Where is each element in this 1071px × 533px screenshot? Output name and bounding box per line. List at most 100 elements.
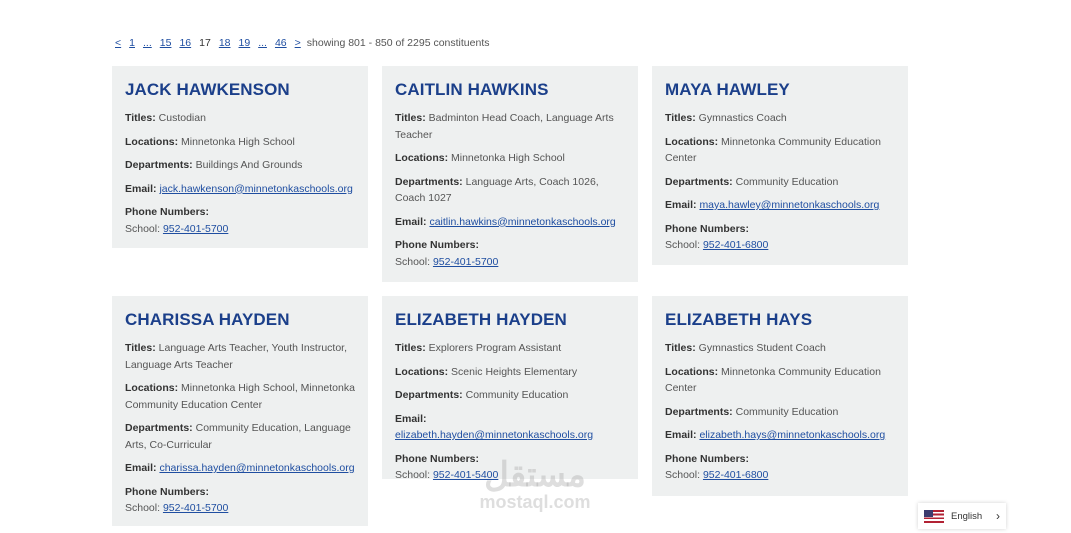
departments-row: Departments: Community Education [665, 174, 895, 191]
page-link-15[interactable]: 15 [160, 37, 172, 49]
locations-row: Locations: Minnetonka High School, Minne… [125, 380, 355, 413]
titles-row: Titles: Badminton Head Coach, Language A… [395, 110, 625, 143]
titles-label: Titles: [125, 112, 156, 124]
staff-name: CAITLIN HAWKINS [395, 80, 549, 99]
page-link-18[interactable]: 18 [219, 37, 231, 49]
titles-row: Titles: Explorers Program Assistant [395, 340, 625, 357]
email-label: Email: [395, 215, 427, 228]
phone-row: Phone Numbers: School: 952-401-6800 [665, 451, 895, 484]
phone-label: Phone Numbers: [665, 222, 750, 235]
phone-row: Phone Numbers: School: 952-401-5400 [395, 451, 625, 484]
locations-label: Locations: [665, 365, 719, 378]
us-flag-icon [924, 509, 944, 523]
locations-row: Locations: Minnetonka Community Educatio… [665, 134, 895, 167]
email-label: Email: [125, 182, 157, 195]
email-row: Email: jack.hawkenson@minnetonkaschools.… [125, 181, 355, 198]
staff-name: JACK HAWKENSON [125, 80, 290, 99]
locations-label: Locations: [395, 152, 449, 164]
departments-label: Departments: [125, 159, 193, 171]
phone-link[interactable]: 952-401-5700 [163, 502, 228, 514]
language-label: English [951, 510, 983, 522]
school-label: School: [125, 502, 161, 514]
phone-label: Phone Numbers: [395, 452, 480, 465]
titles-value: Language Arts Teacher, Youth Instructor,… [125, 342, 348, 371]
locations-label: Locations: [395, 365, 449, 378]
locations-label: Locations: [665, 135, 719, 148]
phone-row: Phone Numbers: School: 952-401-5700 [125, 204, 355, 237]
locations-row: Locations: Minnetonka High School [395, 150, 625, 167]
language-selector[interactable]: English › [918, 503, 1006, 529]
phone-label: Phone Numbers: [665, 452, 750, 465]
school-label: School: [125, 222, 161, 235]
school-label: School: [665, 239, 701, 251]
phone-link[interactable]: 952-401-5400 [433, 469, 498, 481]
titles-label: Titles: [395, 342, 426, 354]
titles-value: Gymnastics Student Coach [698, 342, 826, 354]
titles-value: Gymnastics Coach [698, 112, 787, 124]
page-link-16[interactable]: 16 [179, 37, 191, 49]
phone-row: Phone Numbers: School: 952-401-5700 [395, 237, 625, 270]
phone-link[interactable]: 952-401-5700 [163, 223, 228, 235]
phone-label: Phone Numbers: [125, 206, 210, 218]
locations-value: Minnetonka High School [181, 135, 295, 148]
page-link-46[interactable]: 46 [275, 37, 287, 49]
email-row: Email: elizabeth.hays@minnetonkaschools.… [665, 427, 895, 444]
page-link-1[interactable]: 1 [129, 37, 135, 49]
locations-label: Locations: [125, 135, 179, 148]
email-link[interactable]: caitlin.hawkins@minnetonkaschools.org [429, 216, 615, 228]
titles-value: Explorers Program Assistant [428, 342, 562, 354]
phone-link[interactable]: 952-401-6800 [703, 469, 768, 481]
departments-value: Community Education [465, 389, 569, 401]
departments-label: Departments: [125, 422, 193, 434]
ellipsis-link-right[interactable]: ... [258, 37, 267, 49]
titles-label: Titles: [125, 342, 156, 354]
email-link[interactable]: jack.hawkenson@minnetonkaschools.org [159, 183, 352, 195]
departments-label: Departments: [395, 175, 463, 188]
email-link[interactable]: elizabeth.hayden@minnetonkaschools.org [395, 429, 593, 441]
school-label: School: [395, 469, 431, 481]
staff-card: MAYA HAWLEY Titles: Gymnastics Coach Loc… [652, 66, 908, 265]
titles-row: Titles: Gymnastics Coach [665, 110, 895, 127]
staff-name: ELIZABETH HAYDEN [395, 310, 567, 329]
staff-name: CHARISSA HAYDEN [125, 310, 290, 329]
chevron-right-icon: › [996, 509, 1000, 523]
email-row: Email: caitlin.hawkins@minnetonkaschools… [395, 214, 625, 231]
email-row: Email: charissa.hayden@minnetonkaschools… [125, 460, 355, 477]
phone-link[interactable]: 952-401-5700 [433, 256, 498, 268]
locations-value: Scenic Heights Elementary [451, 365, 578, 378]
phone-link[interactable]: 952-401-6800 [703, 239, 768, 251]
departments-row: Departments: Buildings And Grounds [125, 157, 355, 174]
titles-row: Titles: Custodian [125, 110, 355, 127]
titles-value: Badminton Head Coach, Language Arts Teac… [395, 112, 614, 141]
staff-card: JACK HAWKENSON Titles: Custodian Locatio… [112, 66, 368, 248]
staff-card: CAITLIN HAWKINS Titles: Badminton Head C… [382, 66, 638, 282]
email-link[interactable]: maya.hawley@minnetonkaschools.org [699, 199, 879, 211]
prev-page-link[interactable]: < [115, 37, 121, 49]
email-link[interactable]: charissa.hayden@minnetonkaschools.org [159, 462, 354, 474]
titles-row: Titles: Language Arts Teacher, Youth Ins… [125, 340, 355, 373]
email-link[interactable]: elizabeth.hays@minnetonkaschools.org [699, 429, 885, 441]
ellipsis-link-left[interactable]: ... [143, 37, 152, 49]
email-label: Email: [665, 199, 697, 211]
departments-value: Community Education [735, 175, 839, 188]
departments-label: Departments: [395, 389, 463, 401]
watermark-latin: mostaql.com [479, 492, 591, 512]
page-link-19[interactable]: 19 [239, 37, 251, 49]
email-row: Email: maya.hawley@minnetonkaschools.org [665, 197, 895, 214]
staff-card: ELIZABETH HAYDEN Titles: Explorers Progr… [382, 296, 638, 481]
phone-label: Phone Numbers: [395, 239, 480, 251]
phone-row: Phone Numbers: School: 952-401-6800 [665, 221, 895, 254]
current-page: 17 [199, 37, 211, 49]
staff-name: ELIZABETH HAYS [665, 310, 813, 329]
titles-value: Custodian [158, 112, 206, 124]
departments-label: Departments: [665, 405, 733, 418]
departments-label: Departments: [665, 175, 733, 188]
departments-row: Departments: Community Education [665, 404, 895, 421]
titles-row: Titles: Gymnastics Student Coach [665, 340, 895, 357]
email-label: Email: [665, 429, 697, 441]
next-page-link[interactable]: > [295, 37, 301, 49]
locations-label: Locations: [125, 382, 179, 394]
email-label: Email: [125, 462, 157, 474]
locations-row: Locations: Minnetonka High School [125, 134, 355, 151]
school-label: School: [395, 255, 431, 268]
